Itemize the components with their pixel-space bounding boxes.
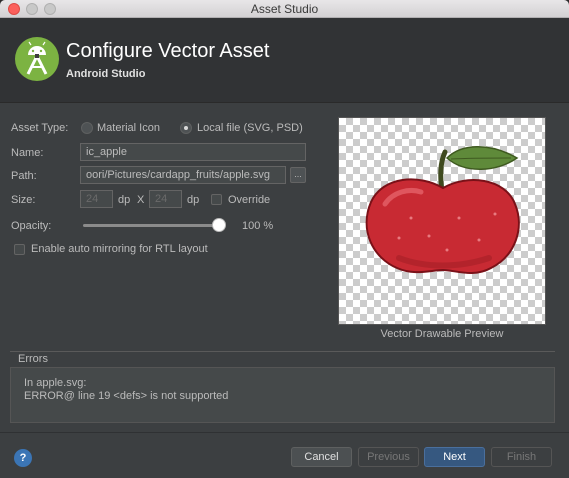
local-file-option-label[interactable]: Local file (SVG, PSD) bbox=[197, 122, 303, 134]
page-subtitle: Android Studio bbox=[66, 68, 146, 80]
page-title: Configure Vector Asset bbox=[66, 40, 270, 62]
radio-material-icon[interactable] bbox=[81, 122, 93, 134]
width-unit-label: dp bbox=[118, 194, 131, 206]
errors-header: Errors bbox=[10, 351, 555, 366]
previous-button[interactable]: Previous bbox=[358, 447, 419, 467]
radio-local-file[interactable] bbox=[180, 122, 192, 134]
height-unit-label: dp bbox=[187, 194, 200, 206]
material-icon-option-label[interactable]: Material Icon bbox=[97, 122, 160, 134]
path-field[interactable]: oori/Pictures/cardapp_fruits/apple.svg bbox=[80, 166, 286, 184]
finish-button[interactable]: Finish bbox=[491, 447, 552, 467]
rtl-mirroring-checkbox[interactable] bbox=[14, 244, 25, 255]
size-separator-label: X bbox=[137, 194, 145, 206]
override-checkbox[interactable] bbox=[211, 194, 222, 205]
errors-panel: Errors In apple.svg: ERROR@ line 19 <def… bbox=[10, 351, 555, 423]
opacity-value: 100 % bbox=[242, 220, 274, 232]
opacity-slider-thumb[interactable] bbox=[212, 218, 226, 232]
opacity-label: Opacity: bbox=[11, 220, 52, 232]
name-label: Name: bbox=[11, 147, 44, 159]
title-bar: Asset Studio bbox=[0, 0, 569, 18]
window-title: Asset Studio bbox=[250, 2, 319, 16]
apple-image bbox=[365, 146, 520, 275]
android-studio-logo-icon bbox=[15, 37, 59, 81]
preview-caption: Vector Drawable Preview bbox=[380, 328, 504, 340]
error-detail-line: ERROR@ line 19 <defs> is not supported bbox=[24, 390, 229, 402]
opacity-slider-track[interactable] bbox=[83, 224, 223, 227]
height-field[interactable]: 24 bbox=[149, 190, 182, 208]
path-label: Path: bbox=[11, 170, 37, 182]
asset-studio-window: Asset Studio Configure Vector Asset Andr… bbox=[0, 0, 569, 478]
cancel-button[interactable]: Cancel bbox=[291, 447, 352, 467]
size-label: Size: bbox=[11, 194, 36, 206]
name-field[interactable]: ic_apple bbox=[80, 143, 306, 161]
help-icon[interactable]: ? bbox=[14, 449, 32, 467]
error-file-line: In apple.svg: bbox=[24, 377, 87, 389]
browse-button[interactable]: ... bbox=[290, 167, 306, 183]
override-label: Override bbox=[228, 194, 271, 206]
rtl-mirroring-label: Enable auto mirroring for RTL layout bbox=[31, 243, 208, 255]
errors-message-box: In apple.svg: ERROR@ line 19 <defs> is n… bbox=[10, 367, 555, 423]
errors-heading: Errors bbox=[18, 353, 48, 365]
vector-preview-area bbox=[338, 117, 546, 325]
next-button[interactable]: Next bbox=[424, 447, 485, 467]
header-banner: Configure Vector Asset Android Studio bbox=[0, 18, 569, 103]
asset-type-label: Asset Type: bbox=[11, 122, 69, 134]
width-field[interactable]: 24 bbox=[80, 190, 113, 208]
